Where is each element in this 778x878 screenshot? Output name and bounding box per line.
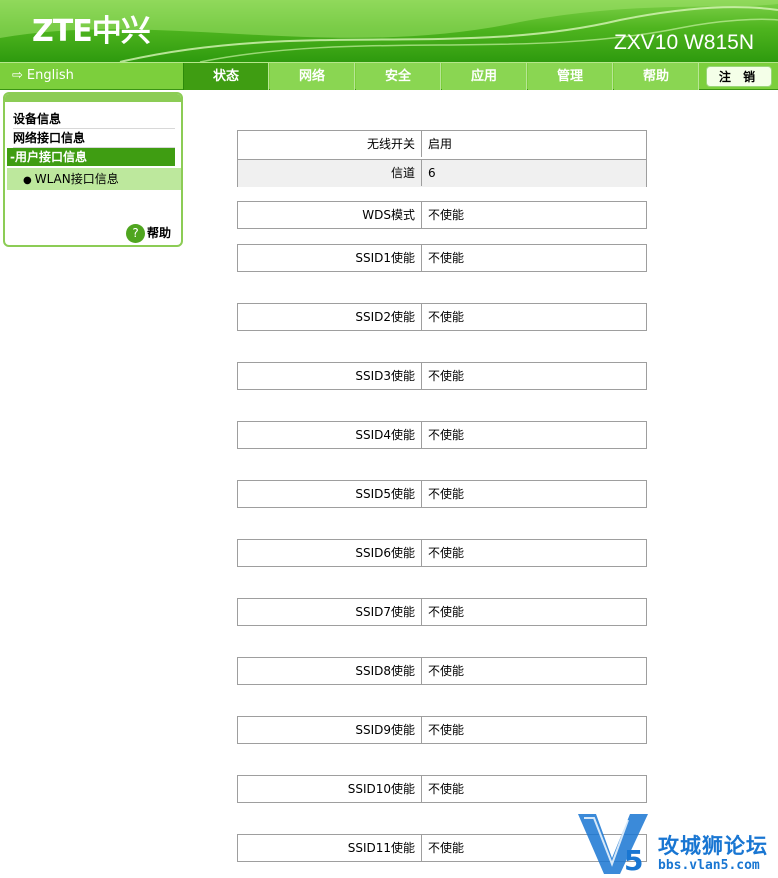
ssid8-table: SSID8使能 不使能 <box>237 657 647 685</box>
wds-mode-value: 不使能 <box>428 208 465 222</box>
watermark: 5 攻城狮论坛 bbs.vlan5.com <box>574 808 778 878</box>
ssid-enable-label: SSID3使能 <box>238 363 422 389</box>
ssid1-table: SSID1使能 不使能 <box>237 244 647 272</box>
sidebar-subitem-label: WLAN接口信息 <box>34 172 119 186</box>
ssid2-table: SSID2使能 不使能 <box>237 303 647 331</box>
bullet-icon: ● <box>23 175 32 186</box>
sidebar: 设备信息 网络接口信息 -用户接口信息 ● WLAN接口信息 ? 帮助 <box>3 92 183 247</box>
ssid3-table: SSID3使能 不使能 <box>237 362 647 390</box>
ssid6-table: SSID6使能 不使能 <box>237 539 647 567</box>
ssid-enable-value: 不使能 <box>428 664 465 678</box>
ssid-enable-value: 不使能 <box>428 310 465 324</box>
tab-application[interactable]: 应用 <box>442 63 527 90</box>
tab-management[interactable]: 管理 <box>528 63 613 90</box>
ssid7-table: SSID7使能 不使能 <box>237 598 647 626</box>
help-label: 帮助 <box>147 226 172 240</box>
ssid4-table: SSID4使能 不使能 <box>237 421 647 449</box>
svg-text:5: 5 <box>624 844 643 877</box>
help-question-icon: ? <box>126 224 145 243</box>
ssid-enable-value: 不使能 <box>428 428 465 442</box>
ssid-enable-label: SSID5使能 <box>238 481 422 507</box>
v5-logo-icon: 5 <box>578 814 648 877</box>
ssid-enable-value: 不使能 <box>428 369 465 383</box>
tab-help[interactable]: 帮助 <box>614 63 699 90</box>
ssid5-table: SSID5使能 不使能 <box>237 480 647 508</box>
ssid-enable-value: 不使能 <box>428 487 465 501</box>
ssid-enable-value: 不使能 <box>428 841 465 855</box>
channel-label: 信道 <box>238 160 422 186</box>
ssid-enable-value: 不使能 <box>428 605 465 619</box>
tab-network[interactable]: 网络 <box>270 63 355 90</box>
ssid-enable-label: SSID2使能 <box>238 304 422 330</box>
sidebar-top-strip <box>5 94 181 102</box>
ssid-enable-value: 不使能 <box>428 723 465 737</box>
tab-status[interactable]: 状态 <box>184 63 269 90</box>
language-switch[interactable]: ⇨ English <box>0 63 184 90</box>
watermark-title: 攻城狮论坛 <box>658 834 768 858</box>
table-row: 信道 6 <box>238 159 646 187</box>
main-nav: ⇨ English 状态 网络 安全 应用 管理 帮助 注 销 <box>0 62 778 90</box>
ssid-enable-value: 不使能 <box>428 782 465 796</box>
arrow-right-icon: ⇨ <box>12 68 23 83</box>
ssid-enable-label: SSID1使能 <box>238 245 422 271</box>
logout-button[interactable]: 注 销 <box>706 66 772 87</box>
wireless-switch-value: 启用 <box>428 137 453 151</box>
watermark-url: bbs.vlan5.com <box>658 858 760 873</box>
device-model: ZXV10 W815N <box>613 31 754 54</box>
ssid-enable-label: SSID8使能 <box>238 658 422 684</box>
tab-security[interactable]: 安全 <box>356 63 441 90</box>
header-banner: ZTE中兴 ZXV10 W815N <box>0 0 778 62</box>
language-label: English <box>26 68 74 83</box>
ssid9-table: SSID9使能 不使能 <box>237 716 647 744</box>
channel-value: 6 <box>428 166 436 180</box>
ssid-enable-label: SSID7使能 <box>238 599 422 625</box>
ssid-enable-label: SSID11使能 <box>238 835 422 861</box>
help-link[interactable]: ? 帮助 <box>126 222 171 244</box>
ssid-enable-label: SSID4使能 <box>238 422 422 448</box>
ssid-enable-label: SSID10使能 <box>238 776 422 802</box>
wds-mode-label: WDS模式 <box>238 202 422 228</box>
table-row: 无线开关 启用 <box>238 131 646 159</box>
ssid-enable-label: SSID9使能 <box>238 717 422 743</box>
sidebar-item-device-info[interactable]: 设备信息 <box>13 110 175 129</box>
sidebar-item-network-interface[interactable]: 网络接口信息 <box>13 129 175 148</box>
ssid-enable-value: 不使能 <box>428 251 465 265</box>
ssid-enable-value: 不使能 <box>428 546 465 560</box>
zte-logo: ZTE中兴 <box>32 14 151 49</box>
wds-table: WDS模式 不使能 <box>237 201 647 229</box>
ssid-enable-label: SSID6使能 <box>238 540 422 566</box>
wireless-switch-label: 无线开关 <box>238 131 422 157</box>
ssid10-table: SSID10使能 不使能 <box>237 775 647 803</box>
sidebar-subitem-wlan[interactable]: ● WLAN接口信息 <box>7 168 181 190</box>
sidebar-item-user-interface[interactable]: -用户接口信息 <box>7 148 175 166</box>
wireless-info-table: 无线开关 启用 信道 6 <box>237 130 647 187</box>
